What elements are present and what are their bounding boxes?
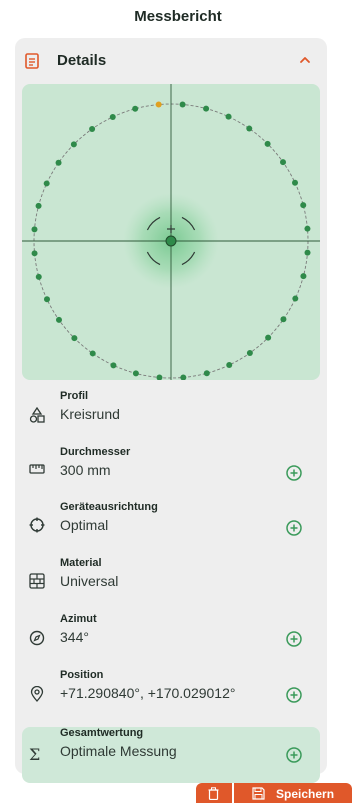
delete-button[interactable] (196, 783, 232, 803)
measurement-point (109, 113, 116, 120)
measurement-point (55, 159, 62, 166)
crosshair-icon (29, 517, 45, 533)
measurement-point-highlight (155, 101, 162, 108)
measurement-point (265, 334, 272, 341)
detail-value: 300 mm (60, 462, 111, 478)
total-value: Optimale Messung (60, 743, 177, 759)
measurement-point (246, 350, 253, 357)
detail-row-durchmesser: Durchmesser 300 mm (15, 446, 327, 504)
document-icon (25, 53, 39, 69)
detail-row-profil: Profil Kreisrund (15, 390, 327, 448)
compass-icon (29, 630, 45, 646)
sigma-icon: Σ (29, 745, 41, 764)
detail-value: Kreisrund (60, 406, 120, 422)
chevron-up-icon[interactable] (299, 55, 311, 65)
detail-row-azimut: Azimut 344° (15, 613, 327, 671)
measurement-point (280, 316, 287, 323)
detail-row-ausrichtung: Geräteausrichtung Optimal (15, 501, 327, 559)
add-icon[interactable] (285, 519, 303, 537)
location-pin-icon (30, 686, 44, 702)
total-rating-row: Σ Gesamtwertung Optimale Messung (22, 727, 320, 783)
measurement-point (89, 125, 96, 132)
detail-value: +71.290840°, +170.029012° (60, 685, 236, 701)
measurement-point (300, 273, 307, 280)
measurement-point (35, 273, 42, 280)
detail-label: Geräteausrichtung (60, 501, 158, 513)
detail-label: Position (60, 669, 104, 681)
measurement-point (71, 335, 78, 342)
measurement-point (292, 295, 299, 302)
measurement-point (89, 350, 96, 357)
add-icon[interactable] (285, 464, 303, 482)
details-header[interactable]: Details (15, 38, 327, 84)
add-icon[interactable] (285, 686, 303, 704)
details-card: Details Profil Kreisrund Durchmesser 300… (15, 38, 327, 783)
measurement-point (280, 159, 287, 166)
center-point (165, 235, 177, 247)
measurement-point (226, 362, 233, 369)
measurement-point (304, 225, 311, 232)
measurement-point (35, 202, 42, 209)
measurement-point (225, 113, 232, 120)
measurement-point (31, 250, 38, 257)
detail-label: Durchmesser (60, 446, 131, 458)
measurement-point (70, 141, 77, 148)
trash-icon (208, 787, 219, 800)
measurement-point (180, 374, 187, 380)
save-label: Speichern (276, 787, 335, 801)
measurement-point (156, 374, 163, 380)
measurement-plot-svg (22, 84, 320, 380)
measurement-point (132, 105, 139, 112)
measurement-point (55, 316, 62, 323)
save-icon (252, 787, 265, 800)
detail-label: Material (60, 557, 102, 569)
measurement-point (300, 202, 307, 209)
ruler-icon (29, 464, 45, 474)
measurement-point (292, 179, 299, 186)
detail-value: Universal (60, 573, 119, 589)
measurement-point (132, 370, 139, 377)
total-label: Gesamtwertung (60, 727, 144, 739)
add-icon[interactable] (285, 746, 303, 764)
measurement-point (179, 101, 186, 108)
measurement-point (264, 140, 271, 147)
measurement-point (203, 105, 210, 112)
detail-row-position: Position +71.290840°, +170.029012° (15, 669, 327, 727)
detail-value: 344° (60, 629, 89, 645)
shapes-icon (29, 407, 45, 423)
measurement-point (31, 226, 38, 233)
brick-icon (29, 573, 45, 589)
measurement-point (110, 362, 117, 369)
measurement-point (246, 125, 253, 132)
save-button[interactable]: Speichern (234, 783, 352, 803)
measurement-plot (22, 84, 320, 380)
detail-label: Profil (60, 390, 89, 402)
details-title: Details (57, 52, 107, 69)
detail-value: Optimal (60, 517, 109, 533)
measurement-point (304, 249, 311, 256)
measurement-point (43, 296, 50, 303)
measurement-point (203, 370, 210, 377)
measurement-point (43, 180, 50, 187)
detail-row-material: Material Universal (15, 557, 327, 615)
add-icon[interactable] (285, 630, 303, 648)
page-title: Messbericht (134, 8, 222, 25)
detail-label: Azimut (60, 613, 97, 625)
